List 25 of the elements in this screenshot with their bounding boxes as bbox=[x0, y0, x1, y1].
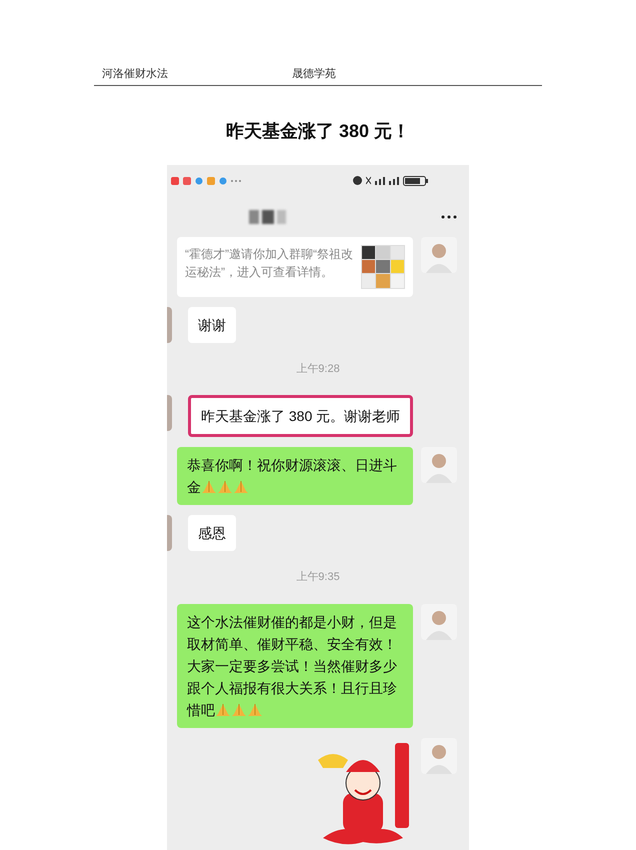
battery-icon bbox=[403, 176, 429, 186]
signal-icon bbox=[375, 176, 385, 184]
message-bubble: 这个水法催财催的都是小财，但是取材简单、催财平稳、安全有效！大家一定要多尝试！当然催财多少跟个人福报有很大关系！且行且珍惜吧 bbox=[177, 604, 413, 728]
avatar-silhouette bbox=[421, 447, 457, 483]
avatar-edge bbox=[167, 515, 172, 551]
blurred-contact-name bbox=[249, 210, 286, 224]
signal-icon bbox=[389, 176, 399, 184]
message-bubble: 感恩 bbox=[188, 515, 236, 551]
group-avatar-grid bbox=[361, 244, 405, 288]
message-bubble: 谢谢 bbox=[188, 306, 236, 342]
timestamp: 上午9:28 bbox=[296, 362, 340, 376]
avatar-edge bbox=[167, 395, 172, 431]
avatar-silhouette bbox=[421, 236, 457, 272]
header-text: 河洛催财水法 bbox=[102, 67, 169, 82]
timestamp: 上午9:35 bbox=[296, 570, 340, 585]
more-options-icon[interactable] bbox=[441, 214, 457, 218]
avatar-silhouette bbox=[421, 738, 457, 774]
header-text: 晟德学苑 bbox=[292, 67, 336, 82]
group-invite-card[interactable]: “霍德才”邀请你加入群聊“祭祖改运秘法”，进入可查看详情。 bbox=[177, 236, 413, 296]
avatar-silhouette bbox=[421, 604, 457, 640]
page-title: 昨天基金涨了 380 元！ bbox=[226, 120, 410, 142]
message-bubble: 恭喜你啊！祝你财源滚滚、日进斗金 bbox=[177, 447, 413, 505]
message-bubble: 昨天基金涨了 380 元。谢谢老师 bbox=[188, 395, 414, 437]
invite-text: “霍德才”邀请你加入群聊“祭祖改运秘法”，进入可查看详情。 bbox=[185, 246, 353, 280]
avatar-edge bbox=[167, 306, 172, 342]
